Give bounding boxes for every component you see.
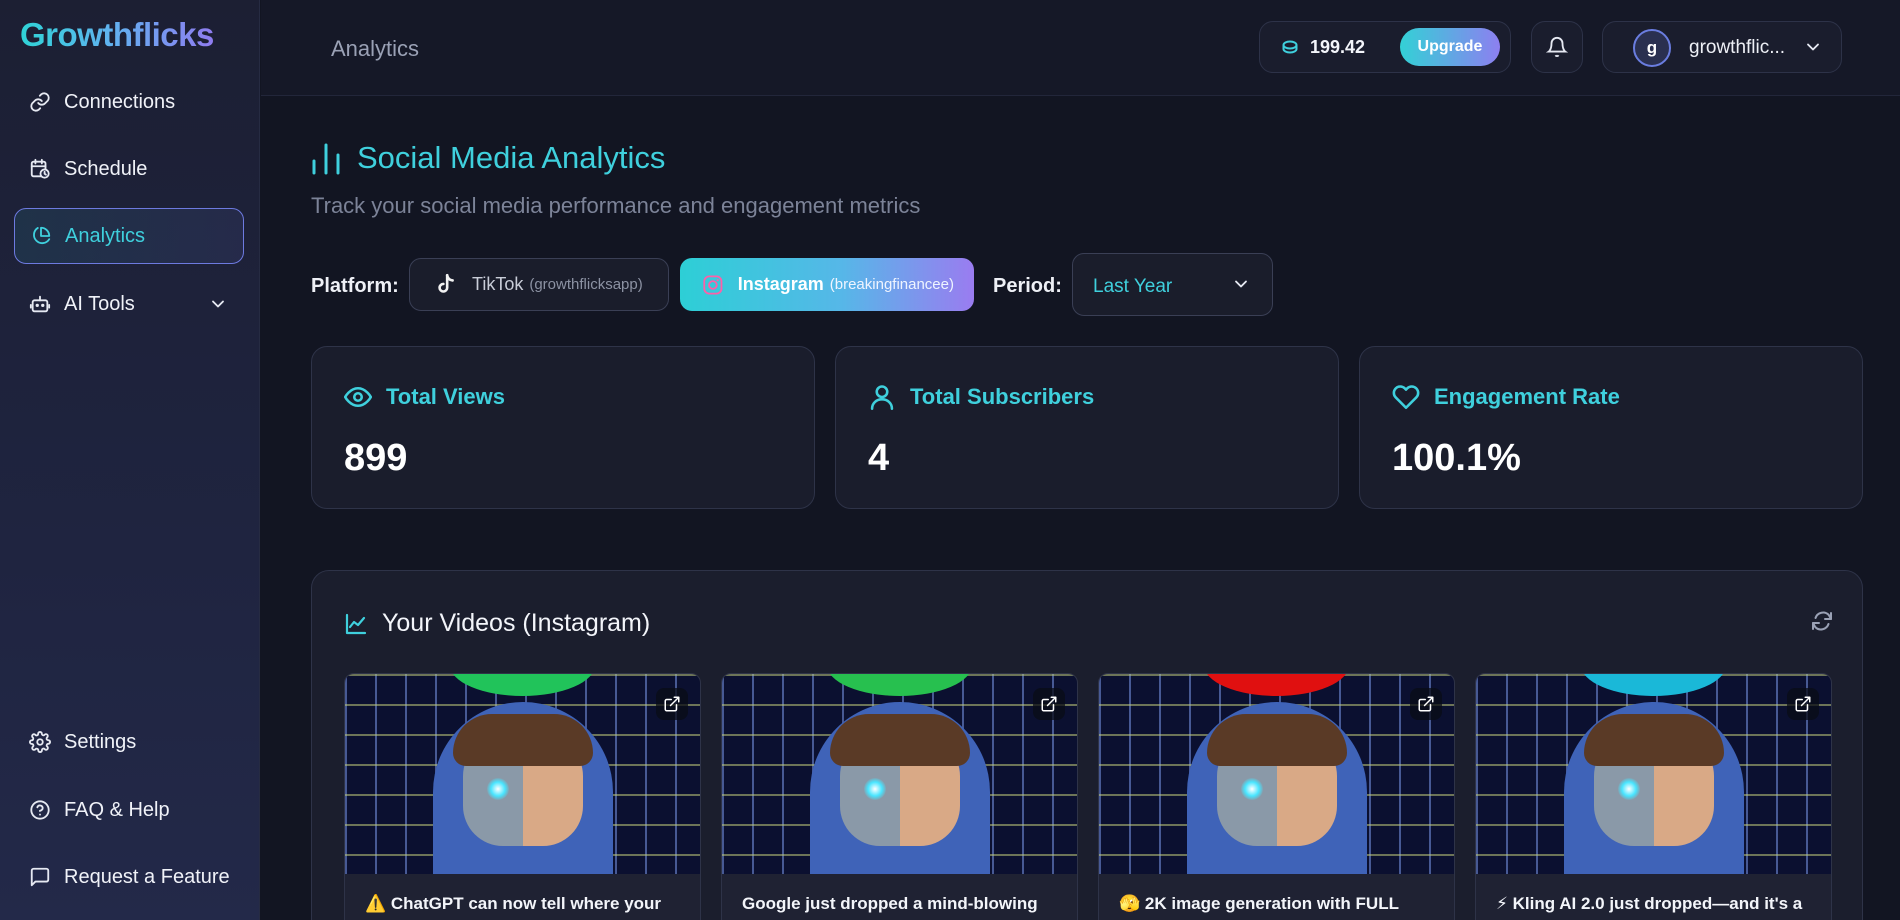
gear-icon	[28, 730, 52, 754]
stat-label: Total Subscribers	[868, 383, 1094, 411]
message-square-icon	[28, 865, 52, 889]
video-card[interactable]: 🫣 2K image generation with FULL	[1098, 673, 1455, 920]
platform-tiktok-button[interactable]: TikTok (growthflicksapp)	[409, 258, 669, 311]
sidebar-item-faq-help[interactable]: FAQ & Help	[14, 782, 244, 838]
credits-widget: 199.42 Upgrade	[1259, 21, 1511, 73]
thumbnail-accent	[1581, 674, 1726, 696]
chevron-down-icon[interactable]	[208, 294, 228, 320]
sidebar-item-label: AI Tools	[64, 292, 135, 315]
credits-amount: 199.42	[1310, 37, 1366, 57]
stat-label-text: Total Subscribers	[910, 384, 1095, 409]
stat-label-text: Total Views	[386, 384, 506, 409]
help-circle-icon	[28, 798, 52, 822]
platform-handle: (breakingfinancee)	[829, 276, 954, 293]
user-menu-button[interactable]: g growthflic...	[1602, 21, 1842, 73]
platform-label: Platform:	[311, 275, 399, 297]
video-title: Google just dropped a mind-blowing	[742, 894, 1038, 913]
avatar: g	[1633, 29, 1671, 67]
link-icon	[28, 90, 52, 114]
bar-chart-icon	[312, 143, 340, 175]
stat-label: Engagement Rate	[1392, 383, 1620, 411]
external-link-icon[interactable]	[1410, 688, 1442, 720]
sidebar-item-label: Analytics	[65, 224, 146, 247]
stat-card-engagement-rate: Engagement Rate 100.1%	[1359, 346, 1863, 509]
video-thumbnail	[345, 674, 700, 874]
chevron-down-icon	[1803, 37, 1823, 62]
refresh-button[interactable]	[1810, 609, 1834, 638]
stat-value: 4	[868, 437, 890, 479]
sidebar-item-label: Schedule	[64, 157, 148, 180]
sidebar: Growthflicks Connections Schedule Analyt…	[0, 0, 260, 920]
platform-handle: (growthflicksapp)	[529, 276, 643, 293]
sidebar-item-label: FAQ & Help	[64, 798, 170, 821]
stat-value: 899	[344, 437, 408, 479]
videos-panel: Your Videos (Instagram) ⚠️ ChatGPT can n…	[311, 570, 1863, 920]
sidebar-item-label: Settings	[64, 730, 137, 753]
videos-title-text: Your Videos (Instagram)	[382, 609, 651, 637]
trend-chart-icon	[345, 613, 367, 634]
platform-name: TikTok	[472, 274, 524, 294]
thumbnail-accent	[450, 674, 595, 696]
video-card[interactable]: ⚡ Kling AI 2.0 just dropped—and it's a	[1475, 673, 1832, 920]
brand-logo[interactable]: Growthflicks	[20, 16, 214, 54]
heart-icon	[1392, 385, 1420, 410]
notifications-button[interactable]	[1531, 21, 1583, 73]
sidebar-item-request-feature[interactable]: Request a Feature	[14, 849, 244, 905]
user-icon	[870, 385, 894, 410]
chevron-down-icon	[1231, 274, 1251, 299]
tiktok-icon	[438, 273, 454, 293]
video-title: ⚡ Kling AI 2.0 just dropped—and it's a	[1496, 894, 1803, 913]
platform-instagram-button[interactable]: Instagram (breakingfinancee)	[680, 258, 974, 311]
calendar-clock-icon	[28, 157, 52, 181]
video-title: ⚠️ ChatGPT can now tell where your	[365, 894, 662, 913]
external-link-icon[interactable]	[1787, 688, 1819, 720]
stat-value: 100.1%	[1392, 437, 1521, 479]
page-title-text: Social Media Analytics	[357, 140, 666, 175]
external-link-icon[interactable]	[656, 688, 688, 720]
sidebar-item-ai-tools[interactable]: AI Tools	[14, 276, 244, 332]
video-thumbnail	[722, 674, 1077, 874]
period-select[interactable]: Last Year	[1072, 253, 1273, 316]
sidebar-item-label: Connections	[64, 90, 176, 113]
videos-title: Your Videos (Instagram)	[344, 609, 650, 638]
video-thumbnail	[1099, 674, 1454, 874]
instagram-icon	[703, 274, 723, 295]
stat-label-text: Engagement Rate	[1434, 384, 1620, 409]
stat-label: Total Views	[344, 383, 505, 411]
video-title: 🫣 2K image generation with FULL	[1119, 894, 1399, 913]
stat-card-total-subscribers: Total Subscribers 4	[835, 346, 1339, 509]
page-subtitle: Track your social media performance and …	[311, 193, 921, 218]
sidebar-item-analytics[interactable]: Analytics	[14, 208, 244, 264]
upgrade-button[interactable]: Upgrade	[1400, 28, 1500, 66]
eye-icon	[344, 386, 372, 408]
breadcrumb: Analytics	[331, 36, 420, 61]
sidebar-item-schedule[interactable]: Schedule	[14, 141, 244, 197]
thumbnail-accent	[1204, 674, 1349, 696]
sidebar-item-connections[interactable]: Connections	[14, 74, 244, 130]
platform-name: Instagram	[737, 274, 824, 294]
period-value: Last Year	[1093, 276, 1173, 297]
video-card[interactable]: Google just dropped a mind-blowing	[721, 673, 1078, 920]
bell-icon	[1546, 37, 1568, 58]
external-link-icon[interactable]	[1033, 688, 1065, 720]
username: growthflic...	[1689, 37, 1786, 58]
stat-card-total-views: Total Views 899	[311, 346, 815, 509]
page-title: Social Media Analytics	[311, 140, 665, 176]
video-card[interactable]: ⚠️ ChatGPT can now tell where your	[344, 673, 701, 920]
coins-icon	[1282, 40, 1298, 54]
video-thumbnail	[1476, 674, 1831, 874]
pie-chart-icon	[29, 224, 53, 248]
top-bar: Analytics 199.42 Upgrade g growthflic...	[261, 0, 1900, 96]
sidebar-item-label: Request a Feature	[64, 865, 230, 888]
refresh-icon	[1812, 611, 1832, 631]
sidebar-item-settings[interactable]: Settings	[14, 714, 244, 770]
bot-icon	[28, 292, 52, 316]
thumbnail-accent	[827, 674, 972, 696]
period-label: Period:	[993, 275, 1062, 297]
